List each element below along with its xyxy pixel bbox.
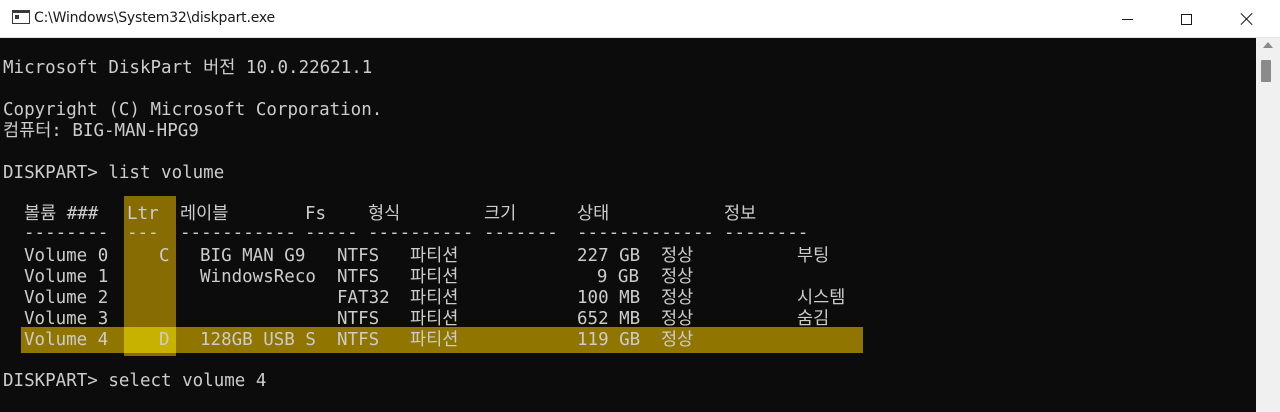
command-list-volume: DISKPART> list volume (3, 163, 225, 183)
fs-cell: NTFS (337, 267, 380, 287)
title-bar[interactable]: C:\Windows\System32\diskpart.exe (0, 0, 1280, 38)
header-size: 크기 (484, 204, 517, 224)
status-cell: 정상 (661, 330, 694, 350)
header-volume: 볼륨 ### (24, 204, 99, 224)
console-output[interactable]: Microsoft DiskPart 버전 10.0.22621.1 Copyr… (0, 38, 1256, 412)
volume-cell: Volume 1 (24, 267, 109, 287)
label-cell: BIG MAN G9 (200, 246, 306, 266)
header-ltr: Ltr (127, 204, 159, 224)
sep-fs: ----- (305, 223, 358, 243)
computer-name-line: 컴퓨터: BIG-MAN-HPG9 (3, 121, 199, 141)
volume-cell: Volume 3 (24, 309, 109, 329)
fs-cell: NTFS (337, 309, 380, 329)
sep-type: ---------- (368, 223, 474, 243)
header-info: 정보 (724, 204, 757, 224)
status-cell: 정상 (661, 309, 694, 329)
diskpart-window: C:\Windows\System32\diskpart.exe Microso… (0, 0, 1280, 412)
fs-cell: NTFS (337, 246, 380, 266)
volume-cell: Volume 0 (24, 246, 109, 266)
header-type: 형식 (368, 204, 401, 224)
info-cell: 숨김 (797, 309, 830, 329)
sep-ltr: --- (127, 223, 159, 243)
maximize-button[interactable] (1155, 0, 1217, 38)
sep-info: -------- (724, 223, 809, 243)
type-cell: 파티션 (410, 309, 459, 329)
label-cell: 128GB USB S (200, 330, 316, 350)
ltr-cell: D (159, 330, 170, 350)
maximize-icon (1180, 13, 1192, 25)
sep-status: ------------- (577, 223, 714, 243)
info-cell: 부팅 (797, 246, 830, 266)
status-cell: 정상 (661, 267, 694, 287)
label-cell: WindowsReco (200, 267, 316, 287)
header-fs: Fs (305, 204, 327, 224)
type-cell: 파티션 (410, 246, 459, 266)
status-cell: 정상 (661, 288, 694, 308)
header-label: 레이블 (180, 204, 229, 224)
copyright-line: Copyright (C) Microsoft Corporation. (3, 100, 383, 120)
minimize-icon (1121, 18, 1133, 20)
type-cell: 파티션 (410, 267, 459, 287)
type-cell: 파티션 (410, 288, 459, 308)
info-cell: 시스템 (797, 288, 846, 308)
ltr-cell: C (159, 246, 170, 266)
scroll-thumb[interactable] (1261, 60, 1271, 82)
fs-cell: NTFS (337, 330, 380, 350)
window-title: C:\Windows\System32\diskpart.exe (34, 10, 275, 26)
sep-size: ------- (484, 223, 558, 243)
close-icon (1240, 12, 1254, 26)
size-cell: 652 MB (577, 309, 641, 329)
sep-volume: -------- (24, 223, 109, 243)
version-line: Microsoft DiskPart 버전 10.0.22621.1 (3, 58, 373, 78)
header-status: 상태 (577, 204, 610, 224)
volume-cell: Volume 2 (24, 288, 109, 308)
status-cell: 정상 (661, 246, 694, 266)
console-icon (12, 10, 30, 24)
type-cell: 파티션 (410, 330, 459, 350)
command-select-volume: DISKPART> select volume 4 (3, 371, 267, 391)
minimize-button[interactable] (1096, 0, 1158, 38)
size-cell: 100 MB (577, 288, 641, 308)
volume-cell: Volume 4 (24, 330, 109, 350)
scroll-up-arrow-icon[interactable] (1263, 42, 1273, 48)
fs-cell: FAT32 (337, 288, 390, 308)
close-button[interactable] (1216, 0, 1278, 38)
size-cell: 119 GB (577, 330, 641, 350)
vertical-scrollbar[interactable] (1256, 38, 1280, 412)
sep-label: ----------- (180, 223, 296, 243)
size-cell: 9 GB (596, 267, 639, 287)
size-cell: 227 GB (577, 246, 641, 266)
